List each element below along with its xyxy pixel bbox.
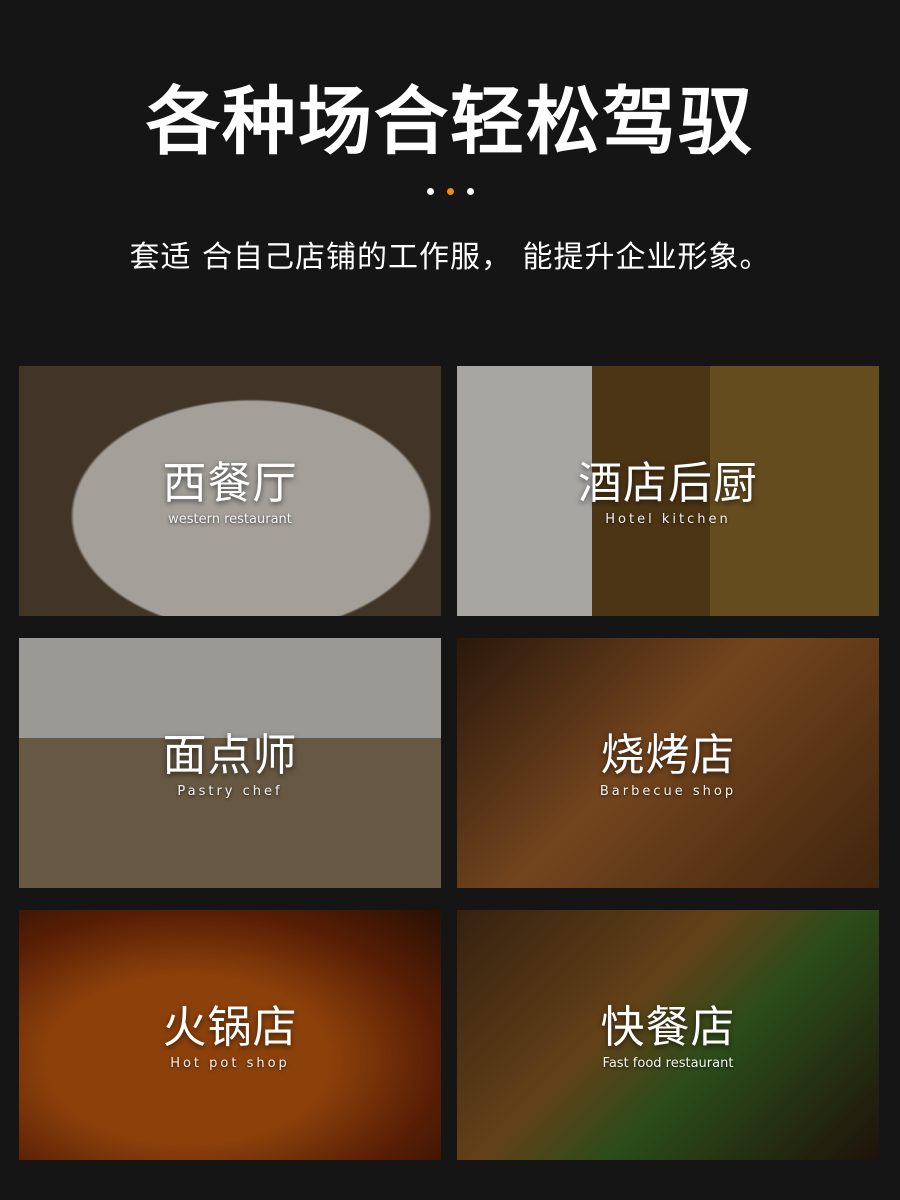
card-hot-pot-shop: 火锅店 Hot pot shop [19, 910, 441, 1160]
card-subtitle: Hotel kitchen [605, 512, 731, 527]
card-subtitle: Pastry chef [177, 784, 283, 799]
card-hotel-kitchen: 酒店后厨 Hotel kitchen [457, 366, 879, 616]
card-pastry-chef: 面点师 Pastry chef [19, 638, 441, 888]
card-subtitle: Fast food restaurant [602, 1056, 734, 1071]
page-subtitle: 套适 合自己店铺的工作服， 能提升企业形象。 [129, 240, 771, 275]
card-title: 西餐厅 [162, 458, 298, 509]
card-title: 烧烤店 [600, 730, 736, 781]
card-title: 火锅店 [162, 1002, 298, 1053]
indicator-dot [426, 188, 434, 195]
card-title: 快餐店 [600, 1002, 736, 1053]
page-title: 各种场合轻松驾驭 [146, 79, 754, 165]
card-subtitle: western restaurant [168, 512, 292, 527]
scenario-grid: 西餐厅 western restaurant 酒店后厨 Hotel kitche… [19, 366, 879, 1162]
card-subtitle: Barbecue shop [599, 784, 737, 799]
card-fast-food-restaurant: 快餐店 Fast food restaurant [457, 910, 879, 1160]
card-barbecue-shop: 烧烤店 Barbecue shop [457, 638, 879, 888]
indicator-dot-active [446, 188, 454, 195]
card-subtitle: Hot pot shop [170, 1056, 290, 1071]
card-western-restaurant: 西餐厅 western restaurant [19, 366, 441, 616]
carousel-indicator [0, 188, 900, 195]
card-title: 酒店后厨 [578, 458, 758, 509]
card-title: 面点师 [162, 730, 298, 781]
indicator-dot [466, 188, 474, 195]
